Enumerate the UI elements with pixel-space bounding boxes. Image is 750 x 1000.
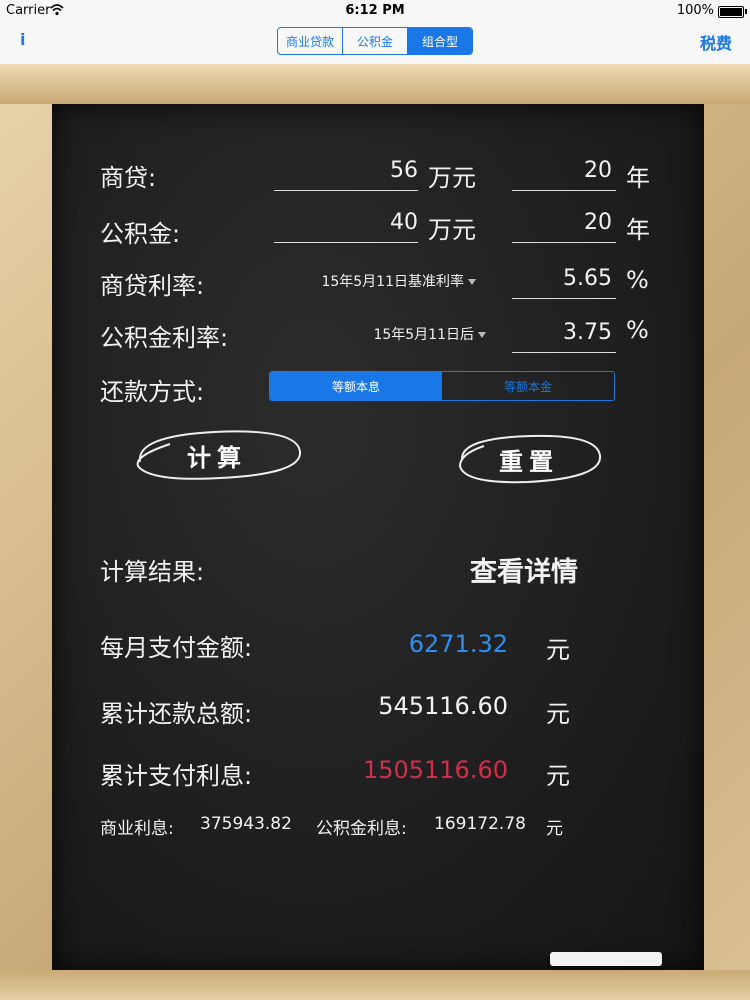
total-repayment-value: 545116.60 — [378, 692, 508, 720]
monthly-payment-unit: 元 — [546, 636, 570, 664]
segment-provident-fund[interactable]: 公积金 — [343, 28, 408, 54]
total-interest-unit: 元 — [546, 762, 570, 790]
status-bar: Carrier 6:12 PM 100% — [0, 0, 750, 22]
commercial-interest-label: 商业利息: — [100, 819, 174, 839]
commercial-amount-input[interactable]: 56 — [276, 158, 418, 183]
commercial-years-underline — [512, 190, 616, 191]
segment-combined[interactable]: 组合型 — [408, 28, 472, 54]
reset-button-label: 重置 — [499, 447, 559, 476]
commercial-rate-type-value: 15年5月11日基准利率 — [321, 274, 464, 290]
calculate-button[interactable]: 计算 — [130, 426, 304, 484]
repayment-method-label: 还款方式: — [100, 378, 205, 406]
provident-amount-underline — [274, 242, 418, 243]
commercial-rate-underline — [512, 298, 616, 299]
commercial-rate-type-dropdown[interactable]: 15年5月11日基准利率 — [280, 271, 476, 291]
total-repayment-label: 累计还款总额: — [100, 700, 253, 728]
commercial-rate-unit: % — [626, 266, 649, 294]
commercial-amount-unit: 万元 — [428, 164, 476, 192]
monthly-payment-value: 6271.32 — [408, 630, 508, 658]
repayment-equal-principal[interactable]: 等额本金 — [442, 372, 614, 400]
battery-percent: 100% — [676, 3, 714, 18]
commercial-rate-label: 商贷利率: — [100, 272, 205, 300]
battery-icon — [718, 6, 747, 18]
calculate-button-label: 计算 — [187, 443, 247, 472]
provident-rate-unit: % — [626, 316, 649, 344]
dropdown-arrow-icon — [478, 332, 486, 338]
repayment-equal-installment[interactable]: 等额本息 — [270, 372, 442, 400]
commercial-interest-value: 375943.82 — [200, 814, 292, 834]
provident-rate-input[interactable]: 3.75 — [512, 320, 612, 345]
loan-type-segmented-control: 商业贷款 公积金 组合型 — [277, 27, 473, 55]
interest-breakdown-unit: 元 — [546, 819, 563, 839]
frame-bottom — [0, 970, 750, 1000]
dropdown-arrow-icon — [468, 279, 476, 285]
repayment-method-segmented-control: 等额本息 等额本金 — [269, 371, 615, 401]
results-title: 计算结果: — [100, 558, 205, 586]
provident-rate-label: 公积金利率: — [100, 324, 229, 352]
clock: 6:12 PM — [345, 3, 405, 18]
provident-years-unit: 年 — [626, 216, 650, 244]
provident-amount-input[interactable]: 40 — [276, 210, 418, 235]
chalk-stick — [550, 952, 662, 966]
provident-rate-type-dropdown[interactable]: 15年5月11日后 — [300, 324, 486, 344]
provident-interest-label: 公积金利息: — [316, 819, 407, 839]
commercial-years-input[interactable]: 20 — [512, 158, 612, 183]
provident-interest-value: 169172.78 — [434, 814, 526, 834]
tax-button[interactable]: 税费 — [700, 30, 732, 54]
commercial-rate-input[interactable]: 5.65 — [512, 266, 612, 291]
total-interest-label: 累计支付利息: — [100, 762, 253, 790]
total-repayment-unit: 元 — [546, 700, 570, 728]
view-details-link[interactable]: 查看详情 — [470, 550, 578, 589]
provident-years-input[interactable]: 20 — [512, 210, 612, 235]
reset-button[interactable]: 重置 — [454, 430, 604, 488]
commercial-years-unit: 年 — [626, 164, 650, 192]
info-button[interactable]: i — [20, 30, 25, 49]
provident-amount-unit: 万元 — [428, 216, 476, 244]
monthly-payment-label: 每月支付金额: — [100, 634, 253, 662]
frame-top — [0, 64, 750, 104]
provident-rate-type-value: 15年5月11日后 — [373, 327, 474, 343]
commercial-amount-underline — [274, 190, 418, 191]
total-interest-value: 1505116.60 — [362, 756, 508, 784]
nav-bar: i 商业贷款 公积金 组合型 税费 — [0, 22, 750, 65]
commercial-loan-label: 商贷: — [100, 164, 157, 192]
segment-commercial-loan[interactable]: 商业贷款 — [278, 28, 343, 54]
provident-years-underline — [512, 242, 616, 243]
provident-fund-label: 公积金: — [100, 220, 181, 248]
provident-rate-underline — [512, 352, 616, 353]
